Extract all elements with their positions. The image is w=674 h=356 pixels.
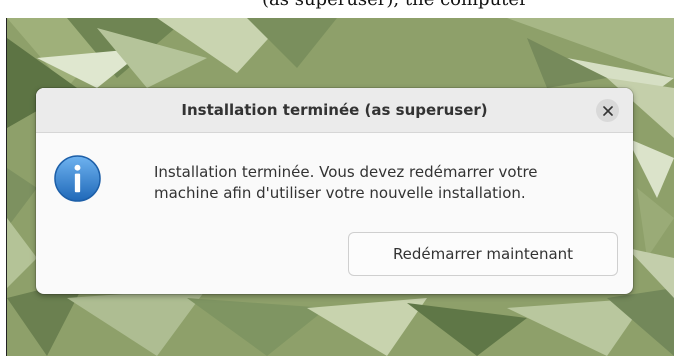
partial-text-strip: (as superuser), the computer: [0, 0, 674, 18]
installation-complete-dialog: Installation terminée (as superuser) Ins…: [36, 88, 633, 294]
dialog-title: Installation terminée (as superuser): [181, 101, 488, 119]
restart-now-button[interactable]: Redémarrer maintenant: [348, 232, 618, 276]
dialog-message: Installation terminée. Vous devez redéma…: [154, 162, 624, 204]
close-button[interactable]: [596, 99, 619, 122]
message-line-2: machine afin d'utiliser votre nouvelle i…: [154, 184, 526, 202]
close-icon: [602, 105, 613, 116]
message-line-1: Installation terminée. Vous devez redéma…: [154, 163, 538, 181]
dialog-titlebar: Installation terminée (as superuser): [36, 88, 633, 133]
info-icon: [54, 155, 101, 202]
partial-background-text: (as superuser), the computer: [262, 0, 528, 10]
